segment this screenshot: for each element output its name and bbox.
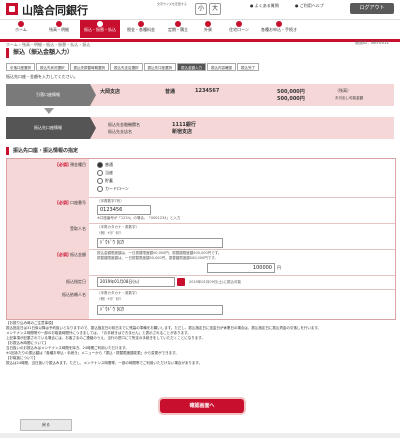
requester-label: 振込依頼人名 — [7, 289, 89, 319]
back-button[interactable]: 戻る — [20, 419, 72, 431]
bank-logo-icon — [6, 3, 18, 15]
step-6-current: 振込金額入力 — [177, 63, 206, 71]
date-label: 振込指定日 — [7, 275, 89, 289]
form-section-title: 振込先口座・振込情報の指定 — [6, 147, 400, 155]
source-available-note: お引出し可能金額 — [335, 96, 363, 100]
account-number-label: [必須] 口座番号 — [7, 197, 89, 223]
transfer-form: [必須] 預金種目 普通 当座 貯蓄 カードローン [必須] 口座番号 （半角数… — [6, 158, 396, 320]
source-balance: 500,000円 — [277, 89, 305, 95]
step-5: 振込先口座選択 — [143, 63, 176, 71]
bank-name: 山陰合同銀行 — [22, 4, 88, 17]
deposit-option-cardloan[interactable]: カードローン — [97, 186, 129, 192]
amount-label: [必須] 振込金額 — [7, 249, 89, 275]
amount-input[interactable]: 100000 — [207, 263, 275, 273]
step-indicator: 引落口座選択 振込先状況選択 振込先振替時期選択 振込先支店選択 振込先口座選択… — [6, 63, 260, 71]
radio-icon — [97, 178, 103, 184]
amount-unit: 円 — [277, 265, 281, 270]
page-title: 振込（振込金額入力） — [6, 48, 400, 58]
deposit-option-savings[interactable]: 貯蓄 — [97, 178, 113, 184]
help-link[interactable]: ● ご利用ヘルプ — [295, 3, 324, 9]
account-number-note: ※口座番号が「1234」の場合、「0001234」と入力 — [97, 216, 181, 220]
logout-button[interactable]: ログアウト — [350, 3, 394, 14]
date-row: 振込指定日 2019年01月08日(火) 2019年01月09日(土)に振込可能 — [7, 275, 395, 290]
account-number-row: [必須] 口座番号 （半角数字7桁） 0123456 ※口座番号が「1234」の… — [7, 197, 395, 224]
destination-branch-label: 振込先支店名 — [108, 129, 132, 134]
destination-bank-value: 1111銀行 — [172, 122, 196, 128]
destination-arrow-icon — [90, 117, 96, 139]
deposit-type-label: [必須] 預金種目 — [7, 159, 89, 197]
notes-block: 【お振り込み時のご注意事項】 振込指定日は31日後以降は予約扱いとなりますので、… — [6, 321, 394, 366]
source-branch: 大岡支店 — [100, 89, 121, 95]
recipient-name-example: （例）ﾔﾏﾀﾞ ﾀﾛｳ — [97, 231, 121, 235]
deposit-option-current[interactable]: 当座 — [97, 170, 113, 176]
nav-foreign[interactable]: 外貨 — [195, 20, 221, 38]
nav-home[interactable]: ホーム — [4, 20, 38, 38]
requester-hint: （半角カタカナ・英数字） — [97, 291, 139, 295]
radio-selected-icon — [97, 162, 103, 168]
faq-label: よくある質問 — [254, 3, 279, 8]
down-arrow-icon — [44, 108, 54, 114]
source-account-heading: 引落口座情報 — [6, 84, 90, 106]
nav-procedures[interactable]: 各種お申込・手続き — [257, 20, 301, 38]
font-small-button[interactable]: 小 — [195, 3, 207, 15]
step-8: 振込完了 — [237, 63, 259, 71]
source-arrow-icon — [90, 84, 96, 106]
source-account-number: 1234567 — [195, 88, 220, 94]
amount-row: [必須] 振込金額 振込金額限度額は、一日振替限度額50,000円、振替額限度額… — [7, 249, 395, 276]
date-note: 2019年01月09日(土)に振込可能 — [189, 280, 242, 284]
amount-note-2: 振替額限度額は、一日振替限度額50,000円、振替額限度額500,000円です。 — [97, 256, 218, 260]
recipient-name-label: 受取人名 — [7, 223, 89, 249]
nav-loan[interactable]: 住宅ローン — [222, 20, 256, 38]
nav-deposit[interactable]: 定期・積立 — [162, 20, 194, 38]
confirm-button[interactable]: 確認画面へ — [160, 399, 244, 413]
source-available: 500,000円 — [277, 96, 305, 102]
step-1: 引落口座選択 — [6, 63, 35, 71]
faq-link[interactable]: ● よくある質問 — [250, 3, 279, 9]
step-7: 振込内容確認 — [207, 63, 236, 71]
nav-transfer[interactable]: 振込・振替・払込 — [80, 20, 120, 38]
recipient-name-input[interactable]: ﾄﾞｳﾄﾞｳ ﾀﾛｳ — [97, 238, 223, 248]
recipient-name-hint: （半角カタカナ・英数字） — [97, 225, 139, 229]
calendar-icon[interactable] — [177, 278, 185, 286]
requester-example: （例）ﾔﾏﾀﾞ ﾀﾛｳ — [97, 297, 121, 301]
deposit-type-row: [必須] 預金種目 普通 当座 貯蓄 カードローン — [7, 159, 395, 198]
radio-icon — [97, 170, 103, 176]
date-input[interactable]: 2019年01月08日(火) — [97, 277, 175, 287]
radio-icon — [97, 186, 103, 192]
font-size-label: 文字サイズを変更する — [157, 2, 187, 6]
account-number-hint: （半角数字7桁） — [97, 199, 124, 203]
destination-bank-label: 振込先金融機関名 — [108, 122, 140, 127]
help-label: ご利用ヘルプ — [299, 3, 324, 8]
nav-tax[interactable]: 税金・各種料金 — [121, 20, 161, 38]
step-3: 振込先振替時期選択 — [69, 63, 109, 71]
deposit-option-ordinary[interactable]: 普通 — [97, 162, 113, 168]
font-large-button[interactable]: 大 — [209, 3, 221, 15]
step-2: 振込先状況選択 — [36, 63, 69, 71]
source-type: 普通 — [165, 89, 176, 95]
footer — [0, 433, 400, 438]
step-4: 振込先支店選択 — [110, 63, 143, 71]
screen-id: 画面ID：BKF0012 — [355, 40, 390, 45]
destination-branch-value: 新宿支店 — [172, 129, 193, 135]
notes-line: 振込は24時間、当日扱いで振込みます。ただし、メンテナンス時間帯、一部の時間帯で… — [6, 361, 203, 365]
source-balance-note: （残高） — [335, 88, 351, 93]
destination-account-heading: 振込先口座情報 — [6, 117, 90, 139]
recipient-name-row: 受取人名 （半角カタカナ・英数字） （例）ﾔﾏﾀﾞ ﾀﾛｳ ﾄﾞｳﾄﾞｳ ﾀﾛｳ — [7, 223, 395, 250]
requester-input[interactable]: ﾄﾞｳﾄﾞｳ ﾀﾛｳ — [97, 305, 223, 315]
requester-row: 振込依頼人名 （半角カタカナ・英数字） （例）ﾔﾏﾀﾞ ﾀﾛｳ ﾄﾞｳﾄﾞｳ ﾀ… — [7, 289, 395, 319]
instruction-text: 振込先口座・金額を入力してください。 — [6, 74, 78, 79]
account-number-input[interactable]: 0123456 — [97, 205, 151, 215]
nav-balance[interactable]: 残高・明細 — [39, 20, 79, 38]
